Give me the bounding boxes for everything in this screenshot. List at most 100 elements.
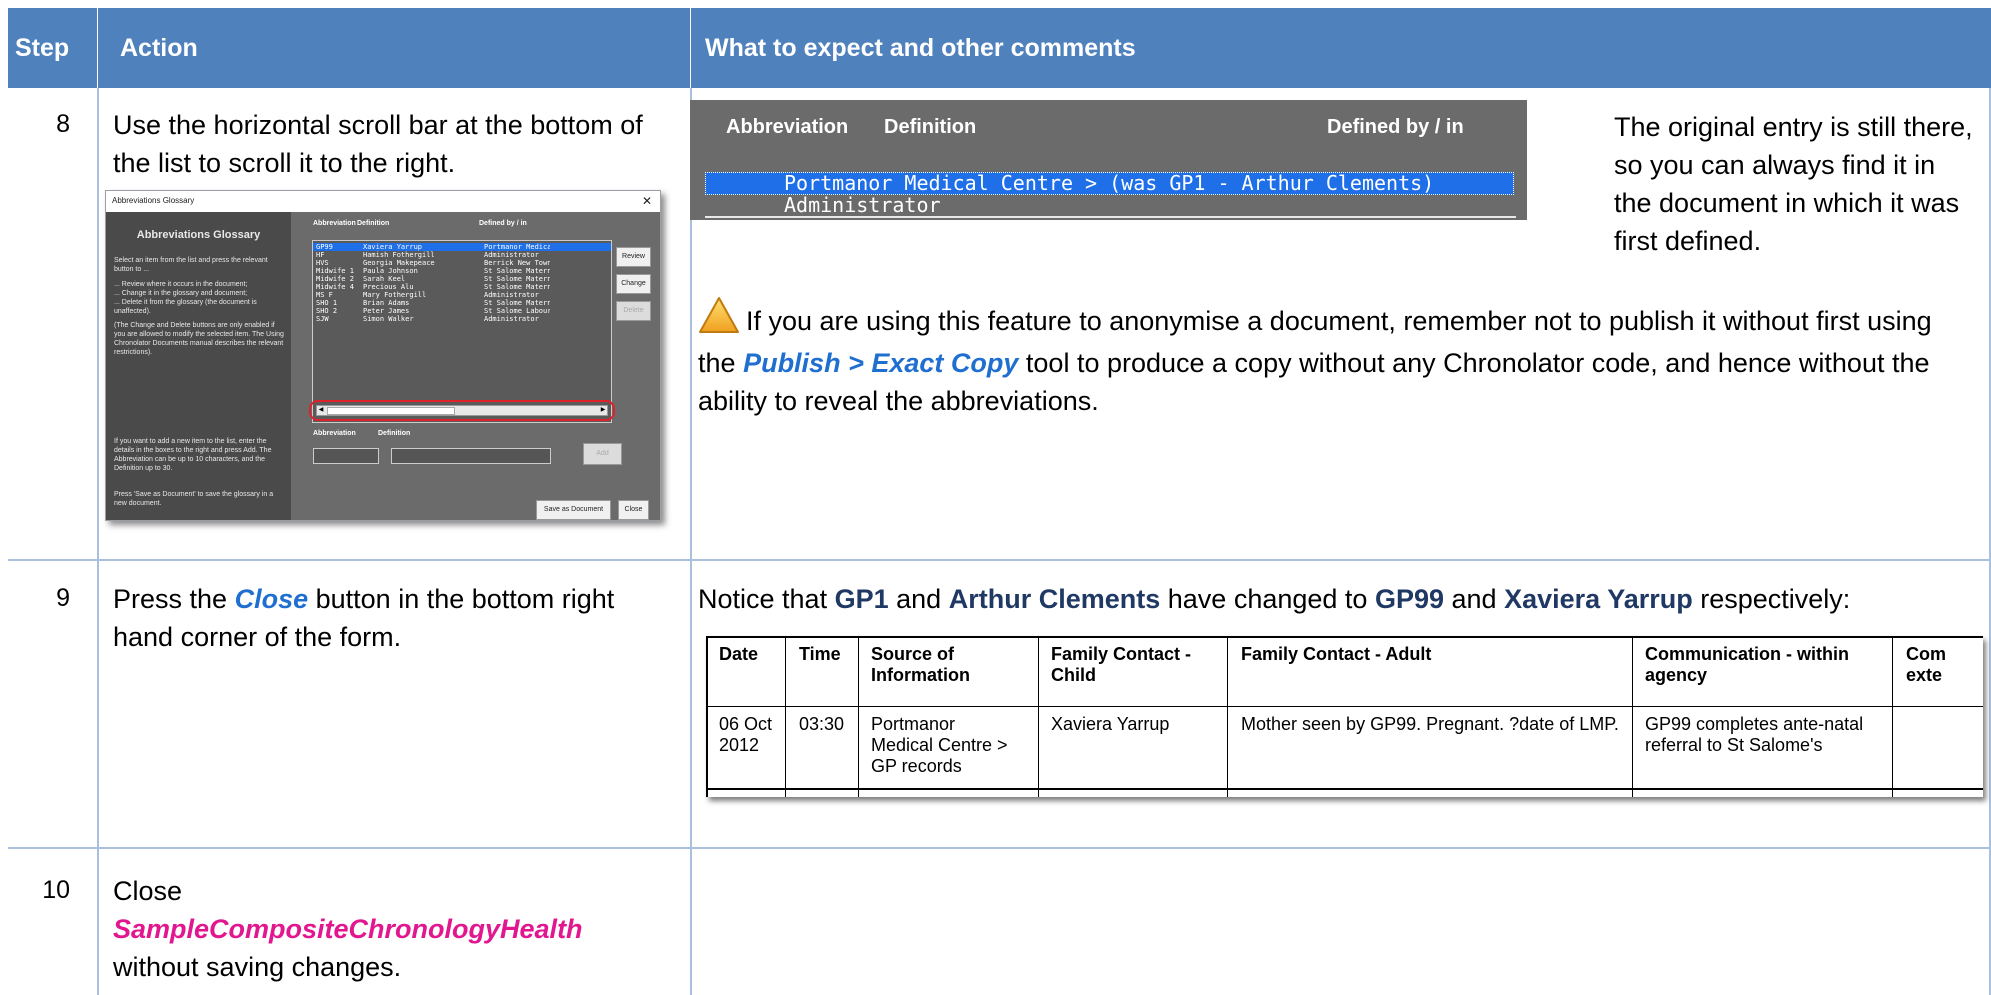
abbreviation-field-label: Abbreviation <box>313 430 356 437</box>
close-button-reference[interactable]: Close <box>235 584 309 614</box>
entry-continuation: Administrator <box>784 193 941 217</box>
notice-old-abbreviation: GP1 <box>834 584 889 614</box>
notice-text: and <box>1451 584 1497 614</box>
glossary-abbreviation: GP99 <box>316 243 333 251</box>
glossary-defined-by: Portmanor Medica <box>484 243 550 251</box>
chronology-header-time: Time <box>799 644 841 664</box>
dialog-intro: Select an item from the list and press t… <box>114 257 268 273</box>
dialog-titlebar: Abbreviations Glossary ✕ <box>106 191 660 211</box>
list-col-defined-by: Defined by / in <box>479 220 527 227</box>
dialog-help-panel: Abbreviations Glossary Select an item fr… <box>106 212 291 520</box>
header-comments-label: What to expect and other comments <box>705 33 1136 62</box>
abbreviation-input[interactable] <box>313 448 379 464</box>
glossary-definition: Georgia Makepeace <box>363 259 435 267</box>
glossary-list-item[interactable]: SHO 2 Peter James St Salome Labour <box>313 307 611 315</box>
glossary-abbreviation: SJW <box>316 315 329 323</box>
action-text-end: without saving changes. <box>113 952 402 982</box>
glossary-definition: Sarah Keel <box>363 275 406 283</box>
publish-exact-copy-link[interactable]: Publish > Exact Copy <box>743 348 1018 378</box>
strip-col-defined-by: Defined by / in <box>1327 116 1464 138</box>
chronology-header-date: Date <box>719 644 759 664</box>
glossary-definition: Brian Adams <box>363 299 410 307</box>
glossary-defined-by: St Salome Labour <box>484 307 550 315</box>
dialog-heading: Abbreviations Glossary <box>136 229 261 241</box>
glossary-defined-by: St Salome Matern <box>484 283 550 291</box>
abbreviations-dialog-screenshot: Abbreviations Glossary ✕ Abbreviations G… <box>105 190 661 521</box>
glossary-definition: Precious Alu <box>363 283 414 291</box>
glossary-list-item[interactable]: MS F Mary Fothergill Administrator <box>313 291 611 299</box>
glossary-list-item[interactable]: Midwife 1 Paula Johnson St Salome Matern <box>313 267 611 275</box>
glossary-abbreviation: Midwife 1 <box>316 267 354 275</box>
chronology-header-border <box>706 706 1983 707</box>
notice-old-name: Arthur Clements <box>948 584 1161 614</box>
step-action: Press the Close button in the bottom rig… <box>113 580 673 656</box>
dialog-bullets: ... Review where it occurs in the docume… <box>114 281 257 315</box>
glossary-definition: Simon Walker <box>363 315 414 323</box>
list-col-definition: Definition <box>357 220 390 227</box>
glossary-defined-by: St Salome Matern <box>484 299 550 307</box>
close-icon[interactable]: ✕ <box>642 191 652 211</box>
chronology-col-line <box>1632 636 1633 797</box>
action-text-start: Press the <box>113 584 228 614</box>
abbreviation-list[interactable]: GP99 Xaviera Yarrup Portmanor Medica HF Hami… <box>309 240 615 423</box>
action-text-start: Close <box>113 876 183 906</box>
chronology-cell-child: Xaviera Yarrup <box>1051 714 1170 734</box>
definition-input[interactable] <box>391 448 551 464</box>
close-button[interactable]: Close <box>618 500 649 520</box>
glossary-abbreviation: Midwife 4 <box>316 283 354 291</box>
chronology-header-child: Family Contact - Child <box>1051 644 1192 685</box>
chronology-cell-date: 06 Oct 2012 <box>719 714 773 755</box>
header-step-label: Step <box>15 33 70 62</box>
glossary-abbreviation: HF <box>316 251 325 259</box>
chronology-col-line <box>1038 636 1039 797</box>
glossary-defined-by: Administrator <box>484 291 539 299</box>
chronology-cell-source: Portmanor Medical Centre > GP records <box>871 714 1008 776</box>
glossary-abbreviation: MS F <box>316 291 333 299</box>
dialog-title: Abbreviations Glossary <box>112 196 195 205</box>
glossary-definition: Xaviera Yarrup <box>363 243 423 251</box>
glossary-list-item[interactable]: SHO 1 Brian Adams St Salome Matern <box>313 299 611 307</box>
dialog-list-panel: Abbreviation Definition Defined by / in … <box>291 212 660 520</box>
glossary-defined-by: Berrick New Town <box>484 259 550 267</box>
selected-entry-text: Portmanor Medical Centre > (was GP1 - Ar… <box>784 171 1435 195</box>
header-comments: What to expect and other comments <box>690 8 1991 88</box>
glossary-list-item[interactable]: Midwife 4 Precious Alu St Salome Matern <box>313 283 611 291</box>
glossary-abbreviation: Midwife 2 <box>316 275 354 283</box>
add-button[interactable]: Add <box>583 443 622 465</box>
header-action-label: Action <box>120 33 198 62</box>
scrollbar-highlight <box>309 400 615 421</box>
glossary-list-item[interactable]: HVS Georgia Makepeace Berrick New Town <box>313 259 611 267</box>
chronology-col-line <box>785 636 786 797</box>
glossary-abbreviation: SHO 2 <box>316 307 338 315</box>
notice-text: and <box>896 584 942 614</box>
change-button[interactable]: Change <box>616 274 651 294</box>
chronology-table-screenshot: Date Time Source of Information Family C… <box>706 636 1983 797</box>
column-divider <box>690 88 692 995</box>
glossary-definition: Mary Fothergill <box>363 291 427 299</box>
delete-button[interactable]: Delete <box>616 301 651 321</box>
glossary-list-item[interactable]: SJW Simon Walker Administrator <box>313 315 611 323</box>
change-notice: Notice that GP1 and Arthur Clements have… <box>698 580 1983 618</box>
header-step: Step <box>8 8 97 88</box>
strip-col-definition: Definition <box>884 116 977 138</box>
chronology-header-source: Source of Information <box>871 644 970 685</box>
review-button[interactable]: Review <box>616 247 651 267</box>
glossary-list-item[interactable]: HF Hamish Fothergill Administrator <box>313 251 611 259</box>
chronology-cell-adult: Mother seen by GP99. Pregnant. ?date of … <box>1241 714 1619 734</box>
dialog-permission-note: (The Change and Delete buttons are only … <box>114 322 284 356</box>
glossary-list-item[interactable]: Midwife 2 Sarah Keel St Salome Matern <box>313 275 611 283</box>
glossary-defined-by: St Salome Matern <box>484 275 550 283</box>
glossary-abbreviation: HVS <box>316 259 329 267</box>
dialog-add-note: If you want to add a new item to the lis… <box>114 438 272 472</box>
list-bottom-edge <box>705 216 1516 218</box>
glossary-defined-by: Administrator <box>484 315 539 323</box>
glossary-list-item[interactable]: GP99 Xaviera Yarrup Portmanor Medica <box>313 243 611 251</box>
save-as-document-button[interactable]: Save as Document <box>536 500 611 520</box>
step-number: 9 <box>56 584 70 612</box>
header-action: Action <box>97 8 690 88</box>
selected-list-entry[interactable]: Portmanor Medical Centre > (was GP1 - Ar… <box>705 172 1514 195</box>
step-number: 8 <box>56 110 70 138</box>
workbook-name-reference[interactable]: SampleCompositeChronologyHealth <box>113 910 673 948</box>
chronology-header-external: Com exte <box>1906 644 1946 685</box>
step-number: 10 <box>42 876 70 904</box>
